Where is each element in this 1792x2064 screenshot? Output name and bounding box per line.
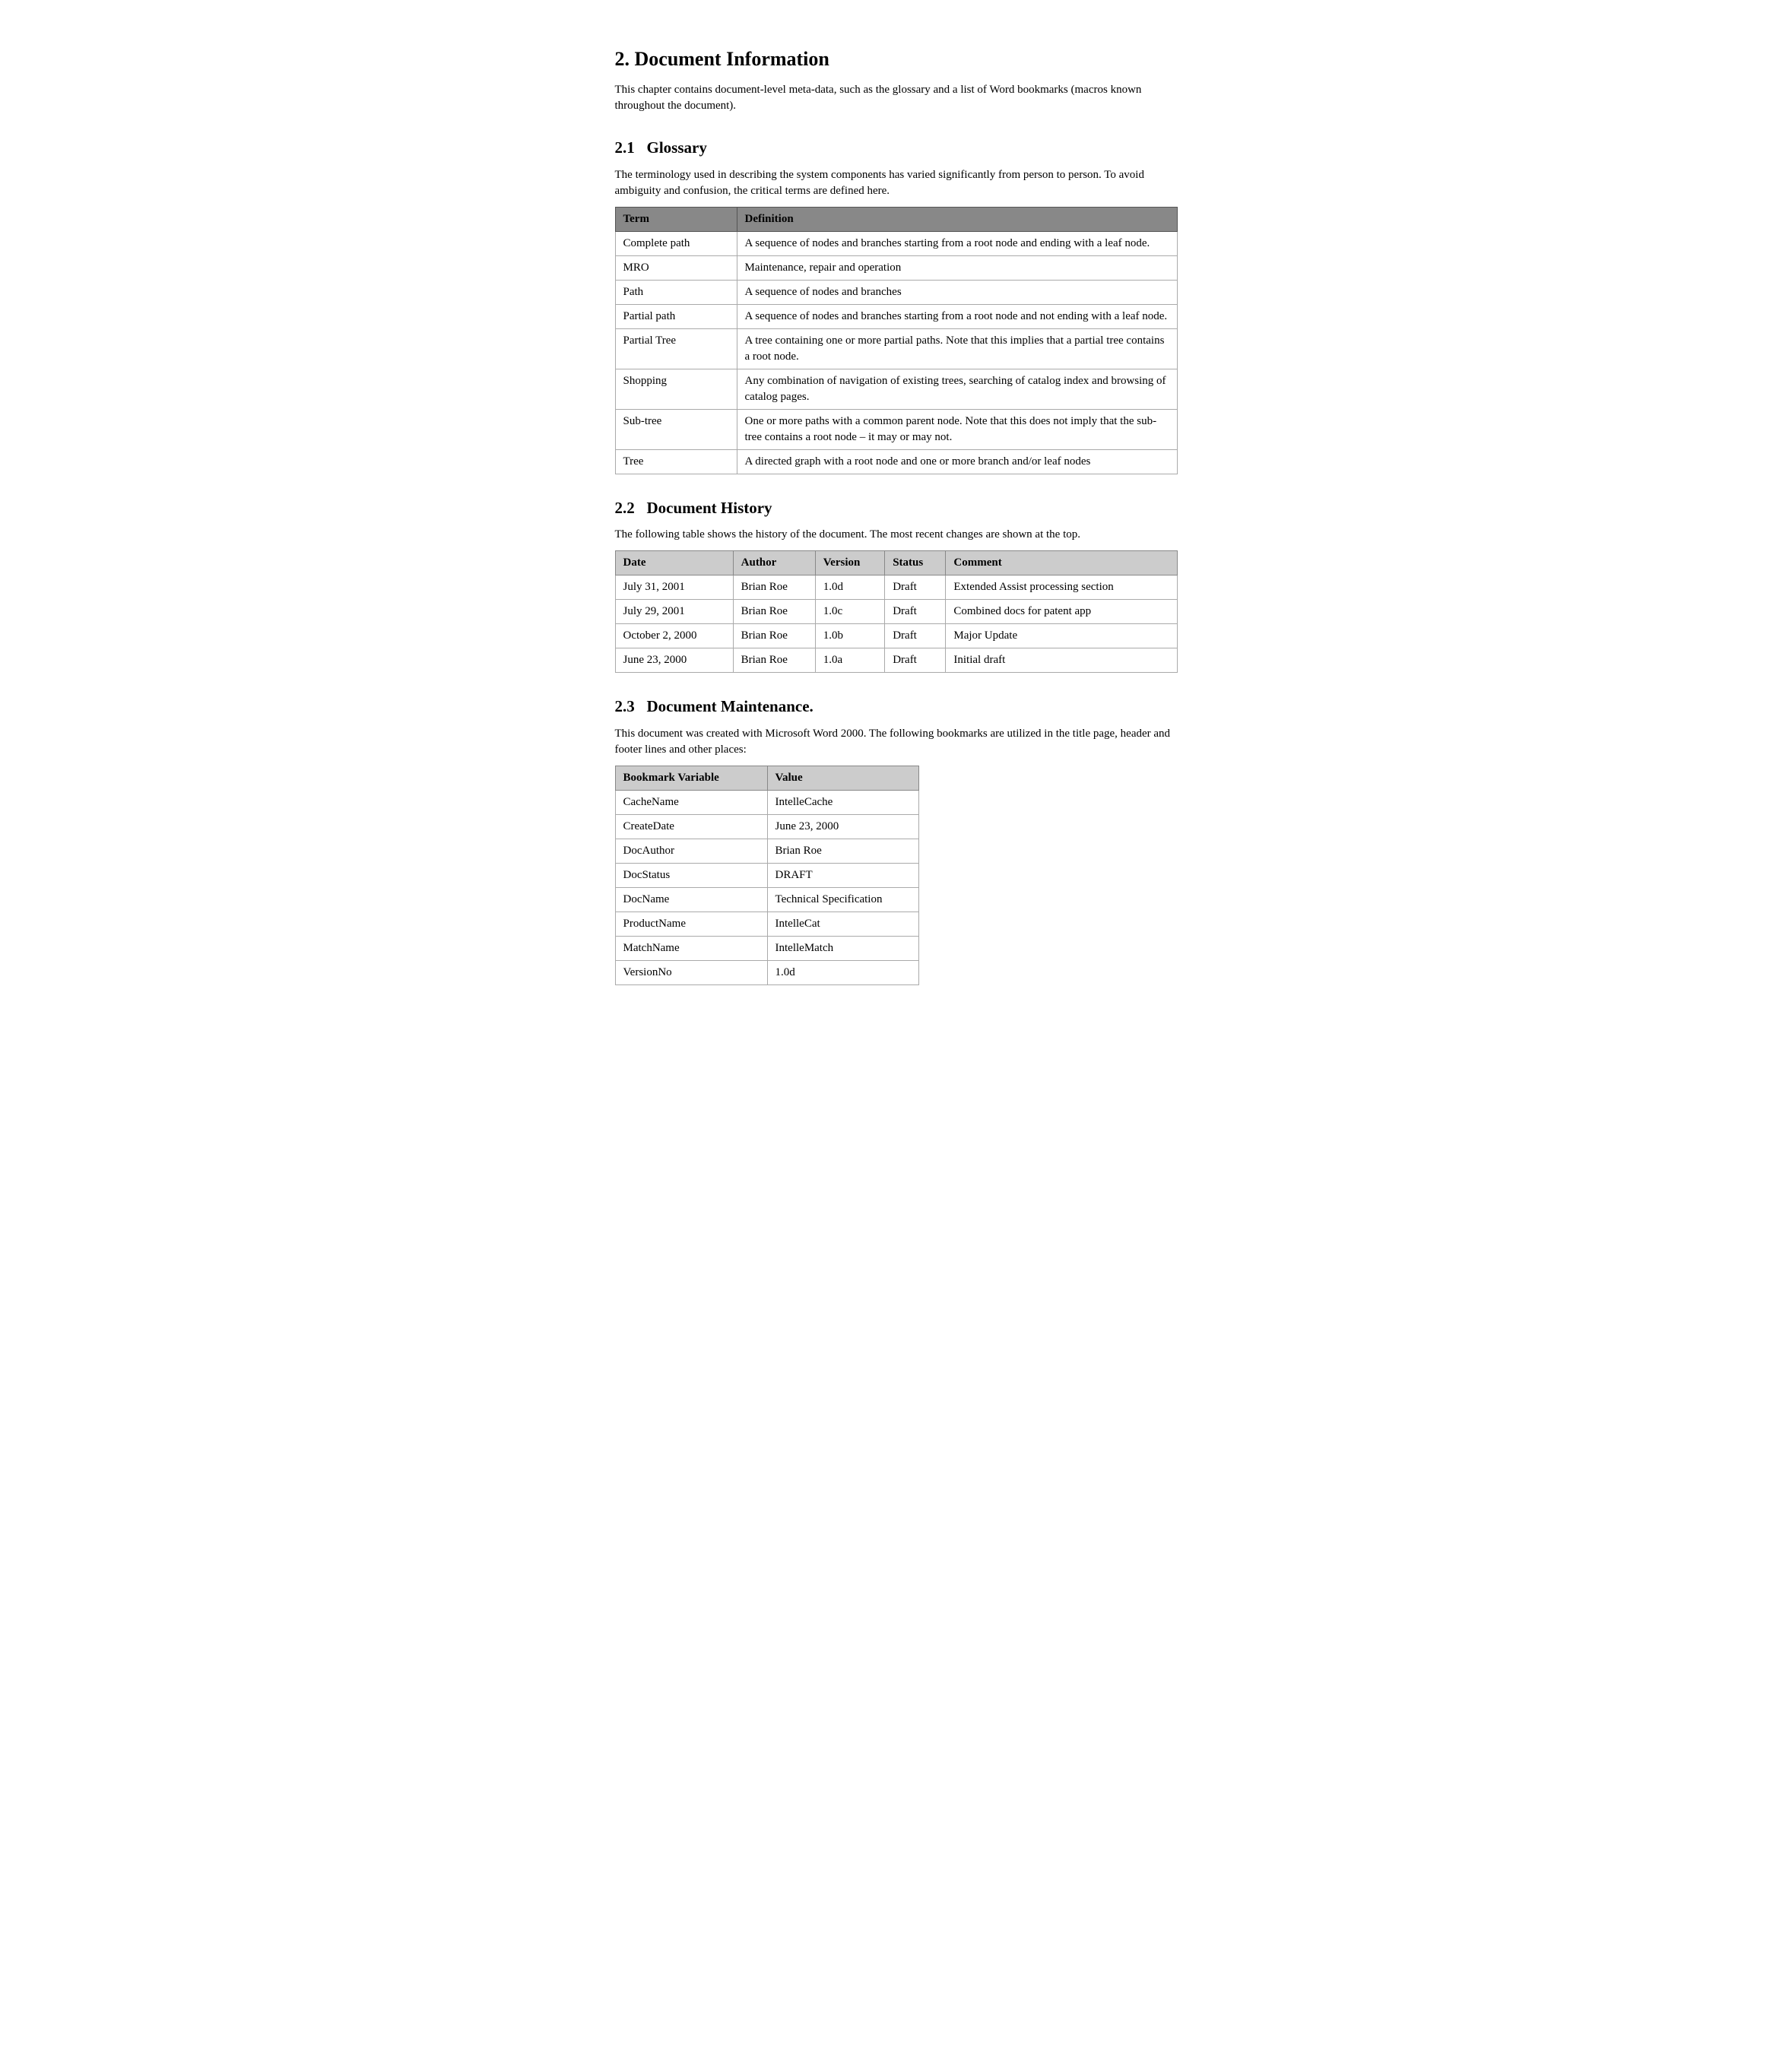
glossary-term: MRO [615, 255, 737, 280]
glossary-definition: A sequence of nodes and branches startin… [737, 304, 1177, 328]
history-cell-author: Brian Roe [733, 575, 815, 600]
glossary-row: PathA sequence of nodes and branches [615, 280, 1177, 304]
history-cell-version: 1.0d [815, 575, 884, 600]
glossary-col-term: Term [615, 207, 737, 231]
glossary-term: Path [615, 280, 737, 304]
glossary-term: Sub-tree [615, 409, 737, 449]
glossary-col-definition: Definition [737, 207, 1177, 231]
bookmark-value: Technical Specification [767, 887, 918, 912]
glossary-definition: Maintenance, repair and operation [737, 255, 1177, 280]
history-cell-author: Brian Roe [733, 624, 815, 648]
bookmark-value: IntelleMatch [767, 936, 918, 960]
bookmark-value: DRAFT [767, 863, 918, 887]
subsection-2-2-title: 2.2 Document History [615, 497, 1178, 519]
bookmark-row: MatchNameIntelleMatch [615, 936, 918, 960]
history-cell-date: July 29, 2001 [615, 600, 733, 624]
glossary-row: ShoppingAny combination of navigation of… [615, 369, 1177, 409]
history-cell-version: 1.0b [815, 624, 884, 648]
history-col-date: Date [615, 551, 733, 575]
glossary-definition: A sequence of nodes and branches [737, 280, 1177, 304]
bookmark-variable: CacheName [615, 790, 767, 814]
history-cell-date: June 23, 2000 [615, 648, 733, 673]
bookmark-variable: MatchName [615, 936, 767, 960]
glossary-intro: The terminology used in describing the s… [615, 167, 1178, 199]
glossary-definition: A sequence of nodes and branches startin… [737, 231, 1177, 255]
history-cell-version: 1.0a [815, 648, 884, 673]
glossary-definition: Any combination of navigation of existin… [737, 369, 1177, 409]
bookmark-variable: DocAuthor [615, 839, 767, 863]
glossary-row: Complete pathA sequence of nodes and bra… [615, 231, 1177, 255]
glossary-definition: One or more paths with a common parent n… [737, 409, 1177, 449]
bookmark-variable: ProductName [615, 912, 767, 936]
subsection-2-3-title: 2.3 Document Maintenance. [615, 696, 1178, 718]
bookmark-variable: CreateDate [615, 814, 767, 839]
bookmark-value: Brian Roe [767, 839, 918, 863]
history-cell-comment: Initial draft [946, 648, 1177, 673]
bookmark-value: June 23, 2000 [767, 814, 918, 839]
bookmark-value: 1.0d [767, 960, 918, 984]
subsection-2-1-title: 2.1 Glossary [615, 137, 1178, 159]
history-cell-author: Brian Roe [733, 600, 815, 624]
bookmark-col-value: Value [767, 766, 918, 790]
maintenance-intro: This document was created with Microsoft… [615, 726, 1178, 758]
glossary-row: Partial pathA sequence of nodes and bran… [615, 304, 1177, 328]
history-row: July 31, 2001Brian Roe1.0dDraftExtended … [615, 575, 1177, 600]
glossary-definition: A directed graph with a root node and on… [737, 449, 1177, 474]
history-row: July 29, 2001Brian Roe1.0cDraftCombined … [615, 600, 1177, 624]
section-2-intro: This chapter contains document-level met… [615, 82, 1178, 114]
bookmark-variable: VersionNo [615, 960, 767, 984]
bookmark-table: Bookmark Variable Value CacheNameIntelle… [615, 766, 919, 985]
bookmark-variable: DocName [615, 887, 767, 912]
glossary-definition: A tree containing one or more partial pa… [737, 328, 1177, 369]
history-table: Date Author Version Status Comment July … [615, 550, 1178, 673]
history-row: June 23, 2000Brian Roe1.0aDraftInitial d… [615, 648, 1177, 673]
bookmark-value: IntelleCat [767, 912, 918, 936]
history-cell-status: Draft [885, 624, 946, 648]
history-cell-comment: Combined docs for patent app [946, 600, 1177, 624]
history-col-comment: Comment [946, 551, 1177, 575]
bookmark-row: DocAuthorBrian Roe [615, 839, 918, 863]
glossary-row: MROMaintenance, repair and operation [615, 255, 1177, 280]
glossary-term: Shopping [615, 369, 737, 409]
history-intro: The following table shows the history of… [615, 527, 1178, 543]
bookmark-variable: DocStatus [615, 863, 767, 887]
history-row: October 2, 2000Brian Roe1.0bDraftMajor U… [615, 624, 1177, 648]
history-col-version: Version [815, 551, 884, 575]
history-cell-status: Draft [885, 648, 946, 673]
history-cell-version: 1.0c [815, 600, 884, 624]
bookmark-row: DocNameTechnical Specification [615, 887, 918, 912]
glossary-row: Partial TreeA tree containing one or mor… [615, 328, 1177, 369]
bookmark-row: VersionNo1.0d [615, 960, 918, 984]
history-cell-comment: Extended Assist processing section [946, 575, 1177, 600]
history-cell-status: Draft [885, 600, 946, 624]
history-cell-date: July 31, 2001 [615, 575, 733, 600]
history-cell-comment: Major Update [946, 624, 1177, 648]
bookmark-row: CreateDateJune 23, 2000 [615, 814, 918, 839]
glossary-row: Sub-treeOne or more paths with a common … [615, 409, 1177, 449]
glossary-row: TreeA directed graph with a root node an… [615, 449, 1177, 474]
history-col-author: Author [733, 551, 815, 575]
history-cell-date: October 2, 2000 [615, 624, 733, 648]
section-2-title: 2. Document Information [615, 46, 1178, 73]
glossary-term: Tree [615, 449, 737, 474]
bookmark-value: IntelleCache [767, 790, 918, 814]
glossary-term: Partial Tree [615, 328, 737, 369]
history-cell-status: Draft [885, 575, 946, 600]
bookmark-row: CacheNameIntelleCache [615, 790, 918, 814]
glossary-term: Complete path [615, 231, 737, 255]
history-col-status: Status [885, 551, 946, 575]
bookmark-col-variable: Bookmark Variable [615, 766, 767, 790]
history-cell-author: Brian Roe [733, 648, 815, 673]
glossary-table: Term Definition Complete pathA sequence … [615, 207, 1178, 474]
bookmark-row: ProductNameIntelleCat [615, 912, 918, 936]
bookmark-row: DocStatusDRAFT [615, 863, 918, 887]
glossary-term: Partial path [615, 304, 737, 328]
